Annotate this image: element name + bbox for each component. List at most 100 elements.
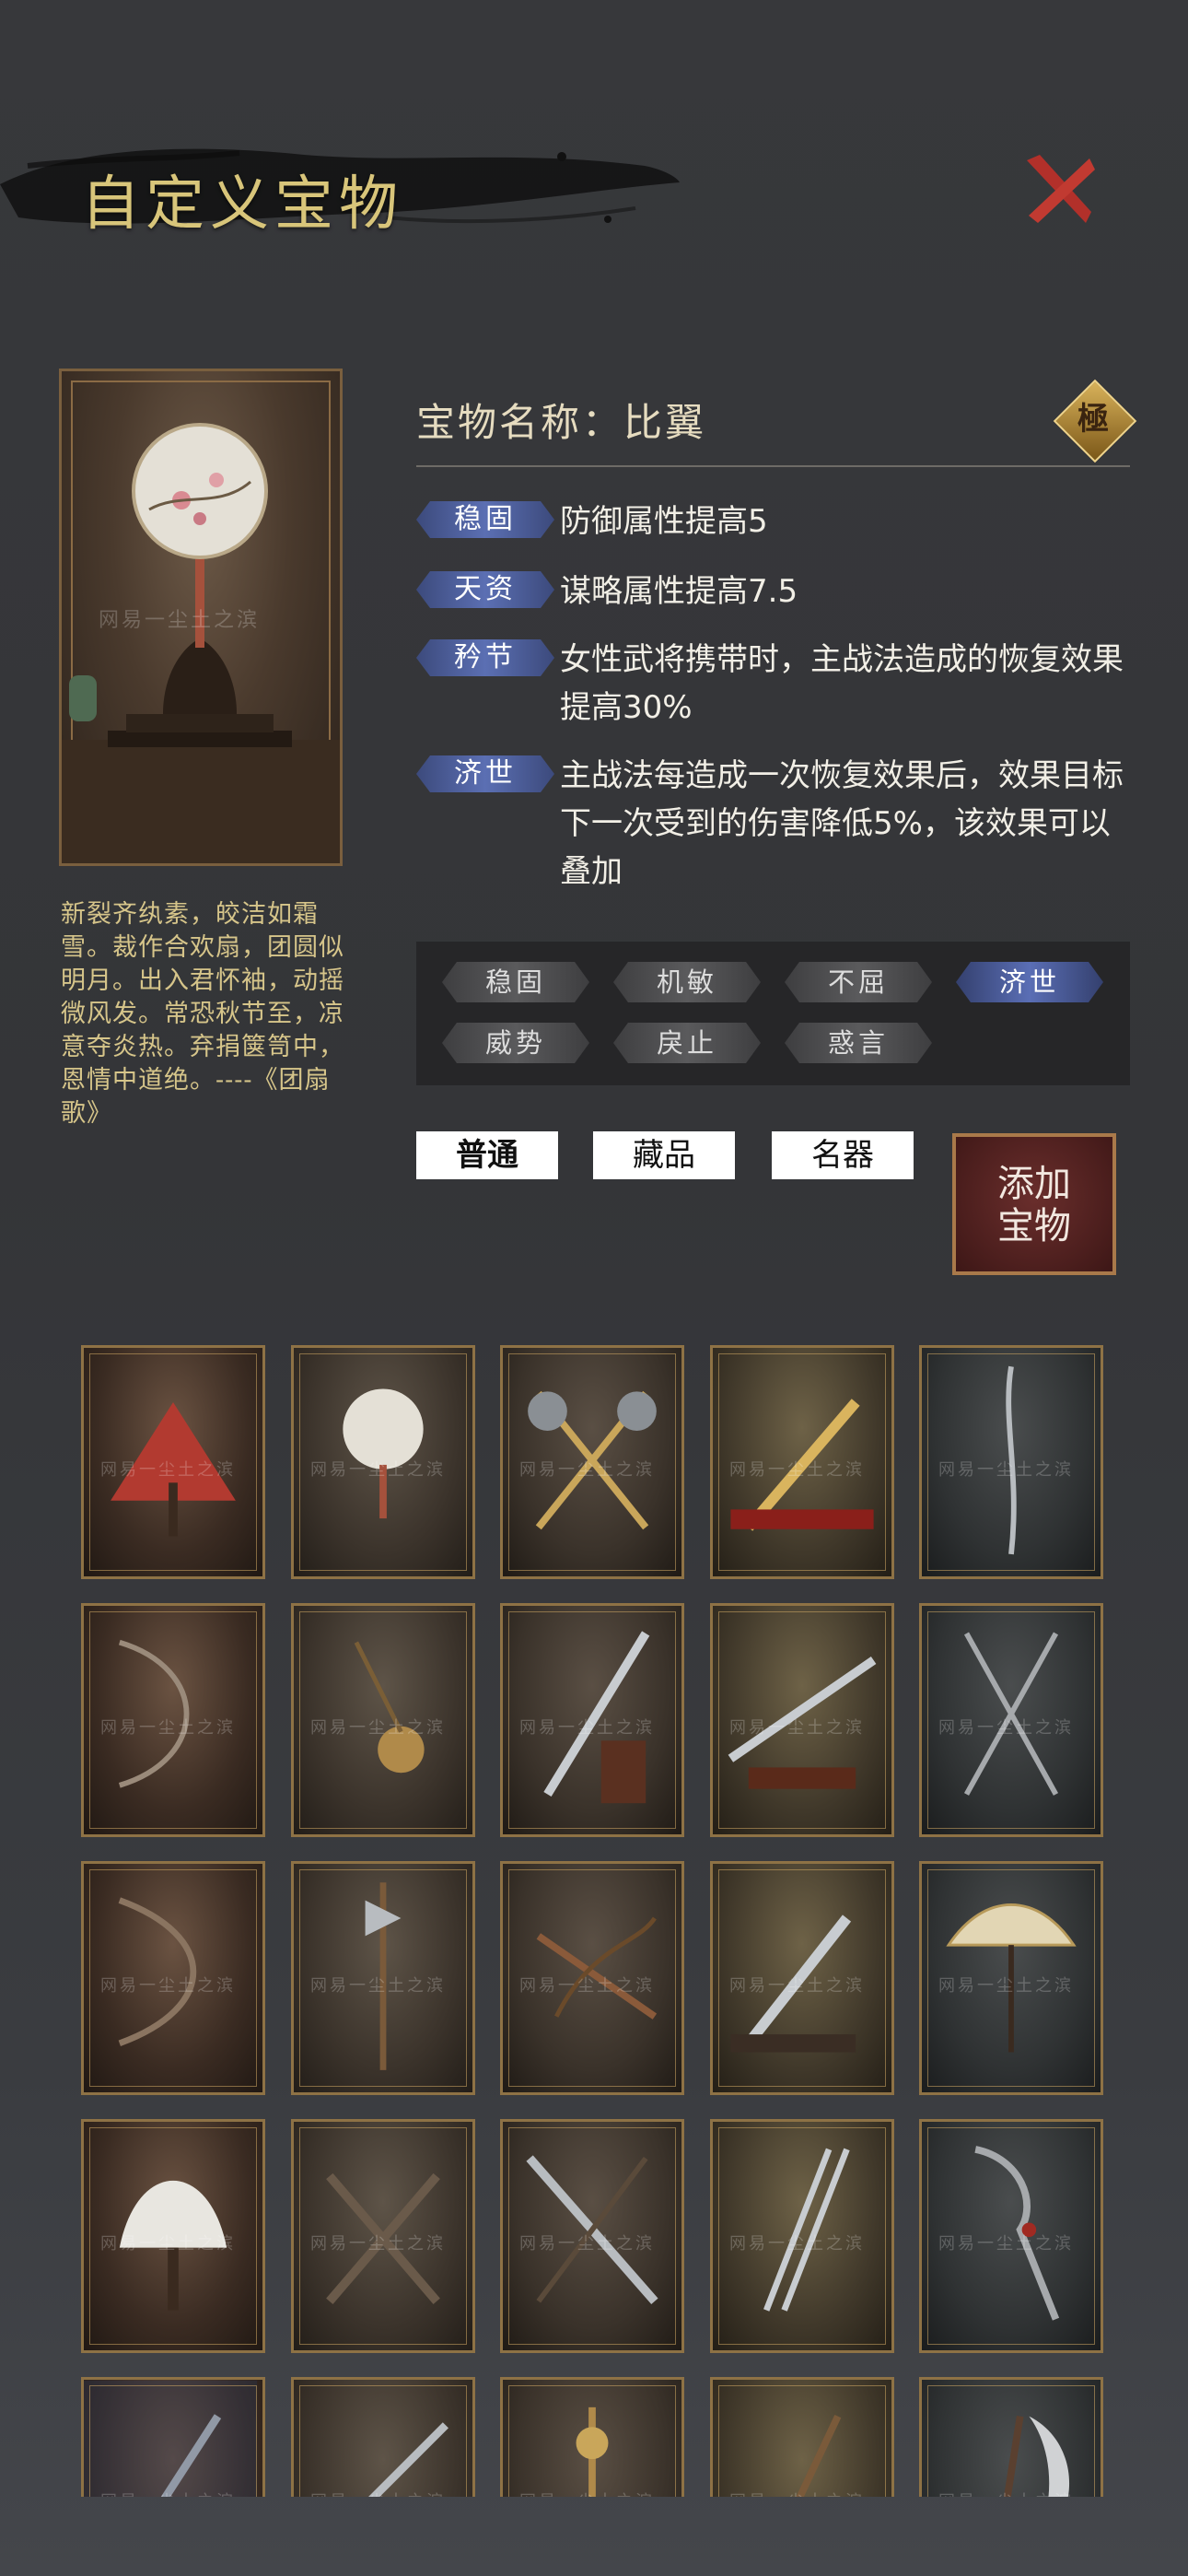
watermark-text: 网易一尘土之滨	[938, 2234, 1074, 2254]
quality-tab-collection[interactable]: 藏品	[593, 1131, 735, 1179]
feather-fan-icon	[119, 2180, 227, 2311]
add-button-line2: 宝物	[997, 1205, 1071, 1247]
grade-badge-text: 極	[1077, 401, 1109, 438]
attribute-tag: 济世	[416, 755, 554, 792]
watermark-text: 网易一尘土之滨	[519, 2488, 655, 2497]
crossed-halberds-icon	[963, 1632, 1059, 1796]
dragon-sword-icon	[368, 2422, 448, 2497]
watermark-text: 网易一尘土之滨	[99, 609, 261, 632]
watermark-text: 网易一尘土之滨	[100, 2488, 236, 2497]
serpent-spear-icon	[1006, 1365, 1017, 1555]
watermark-text: 网易一尘土之滨	[310, 2234, 446, 2254]
treasure-card-crossed-halberds[interactable]: 网易一尘土之滨	[919, 1603, 1103, 1837]
attribute-text: 谋略属性提高7.5	[560, 573, 798, 610]
tag-chip-lizhi[interactable]: 戾止	[613, 1023, 761, 1063]
treasure-card-guandao[interactable]: 网易一尘土之滨	[919, 2119, 1103, 2353]
treasure-poem: 新裂齐纨素，皎洁如霜雪。裁作合欢扇，团圆似明月。出入君怀袖，动摇微风发。常恐秋节…	[61, 900, 344, 1128]
tag-chip-jishi[interactable]: 济世	[956, 962, 1103, 1002]
treasure-name-row: 宝物名称：比翼 極	[416, 379, 1137, 467]
treasure-card-round-silk-fan[interactable]: 网易一尘土之滨	[291, 1345, 475, 1579]
treasure-grid: 网易一尘土之滨 网易一尘土之滨 网易一尘土之滨 网易一尘土之滨 网易一尘土之滨 网易一尘土…	[81, 1345, 1105, 2497]
ornate-dagger-icon	[576, 2406, 609, 2497]
treasure-card-dao-saber[interactable]: 网易一尘土之滨	[500, 1603, 684, 1837]
watermark-text: 网易一尘土之滨	[310, 1460, 446, 1480]
treasure-card-curved-blade[interactable]: 网易一尘土之滨	[710, 1603, 894, 1837]
moon-axe-icon	[1003, 2416, 1069, 2497]
dao-saber-icon	[543, 1631, 650, 1804]
guandao-icon	[974, 2146, 1060, 2321]
treasure-card-crossed-axes[interactable]: 网易一尘土之滨	[500, 1345, 684, 1579]
tag-chip-wengu[interactable]: 稳固	[442, 962, 589, 1002]
attribute-text: 防御属性提高5	[560, 503, 768, 540]
treasure-name-label: 宝物名称：比翼	[416, 400, 707, 445]
watermark-text: 网易一尘土之滨	[729, 1718, 865, 1738]
broad-axe-icon	[796, 2414, 842, 2497]
treasure-card-recurve-bow[interactable]: 网易一尘土之滨	[81, 1861, 265, 2095]
treasure-card-jian-sword[interactable]: 网易一尘土之滨	[500, 2119, 684, 2353]
crossbow-icon	[536, 1916, 658, 2020]
watermark-text: 网易一尘土之滨	[938, 2488, 1074, 2497]
watermark-text: 网易一尘土之滨	[519, 2234, 655, 2254]
watermark-text: 网易一尘土之滨	[729, 1976, 865, 1996]
watermark-text: 网易一尘土之滨	[310, 2488, 446, 2497]
tag-chip-jimin[interactable]: 机敏	[613, 962, 761, 1002]
treasure-card-twin-swords[interactable]: 网易一尘土之滨	[710, 2119, 894, 2353]
watermark-text: 网易一尘土之滨	[100, 2234, 236, 2254]
paper-fan-on-stand-icon	[946, 1903, 1077, 2053]
treasure-card-long-bow[interactable]: 网易一尘土之滨	[81, 1603, 265, 1837]
tag-chip-buqu[interactable]: 不屈	[785, 962, 932, 1002]
watermark-text: 网易一尘土之滨	[938, 1460, 1074, 1480]
tag-chip-weishi[interactable]: 威势	[442, 1023, 589, 1063]
twin-swords-icon	[763, 2148, 850, 2312]
add-button-line1: 添加	[997, 1163, 1071, 1205]
crossed-axes-icon	[528, 1390, 657, 1530]
treasure-card-ornate-dagger[interactable]: 网易一尘土之滨	[500, 2377, 684, 2497]
treasure-card-short-dagger[interactable]: 网易一尘土之滨	[710, 1861, 894, 2095]
treasure-card-golden-sword[interactable]: 网易一尘土之滨	[710, 1345, 894, 1579]
attribute-tag: 稳固	[416, 501, 554, 538]
treasure-card-serpent-spear[interactable]: 网易一尘土之滨	[919, 1345, 1103, 1579]
treasure-card-halberd-on-stand[interactable]: 网易一尘土之滨	[291, 1861, 475, 2095]
tag-selector-panel: 稳固 机敏 不屈 济世 威势 戾止 惑言	[416, 942, 1130, 1085]
attribute-tag: 天资	[416, 571, 554, 608]
treasure-card-broad-axe[interactable]: 网易一尘土之滨	[710, 2377, 894, 2497]
quality-tab-common[interactable]: 普通	[416, 1131, 558, 1179]
tag-chip-huoyan[interactable]: 惑言	[785, 1023, 932, 1063]
watermark-text: 网易一尘土之滨	[310, 1976, 446, 1996]
meteor-hammer-icon	[354, 1641, 425, 1774]
treasure-card-meteor-hammer[interactable]: 网易一尘土之滨	[291, 1603, 475, 1837]
quality-tab-masterpiece[interactable]: 名器	[772, 1131, 914, 1179]
blue-sword-icon	[84, 2380, 258, 2497]
treasure-preview-card: 网易一尘土之滨	[59, 369, 343, 866]
long-bow-icon	[118, 1639, 190, 1788]
add-treasure-button[interactable]: 添加 宝物	[952, 1133, 1116, 1275]
red-folding-fan-icon	[111, 1402, 236, 1537]
page-title: 自定义宝物	[81, 170, 403, 239]
watermark-text: 网易一尘土之滨	[519, 1718, 655, 1738]
treasure-card-moon-axe[interactable]: 网易一尘土之滨	[919, 2377, 1103, 2497]
watermark-text: 网易一尘土之滨	[310, 1718, 446, 1738]
crossed-maces-icon	[326, 2172, 440, 2304]
watermark-text: 网易一尘土之滨	[729, 2234, 865, 2254]
treasure-card-crossed-maces[interactable]: 网易一尘土之滨	[291, 2119, 475, 2353]
recurve-bow-icon	[118, 1897, 197, 2046]
treasure-card-red-folding-fan[interactable]: 网易一尘土之滨	[81, 1345, 265, 1579]
treasure-card-blue-sword[interactable]: 网易一尘土之滨	[81, 2377, 265, 2497]
jian-sword-icon	[526, 2155, 658, 2305]
watermark-text: 网易一尘土之滨	[938, 1718, 1074, 1738]
close-button[interactable]	[1018, 147, 1101, 230]
treasure-card-paper-fan-on-stand[interactable]: 网易一尘土之滨	[919, 1861, 1103, 2095]
treasure-name: 比翼	[623, 400, 707, 445]
attribute-text: 主战法每造成一次恢复效果后，效果目标下一次受到的伤害降低5%，该效果可以叠加	[560, 757, 1124, 890]
treasure-card-feather-fan[interactable]: 网易一尘土之滨	[81, 2119, 265, 2353]
watermark-text: 网易一尘土之滨	[519, 1460, 655, 1480]
close-x-icon	[1027, 155, 1095, 223]
halberd-on-stand-icon	[365, 1882, 402, 2070]
treasure-card-dragon-sword[interactable]: 网易一尘土之滨	[291, 2377, 475, 2497]
curved-blade-icon	[728, 1657, 877, 1789]
watermark-text: 网易一尘土之滨	[729, 2488, 865, 2497]
attribute-text: 女性武将携带时，主战法造成的恢复效果提高30%	[560, 641, 1124, 726]
golden-sword-icon	[730, 1399, 874, 1531]
treasure-card-crossbow[interactable]: 网易一尘土之滨	[500, 1861, 684, 2095]
watermark-text: 网易一尘土之滨	[938, 1976, 1074, 1996]
